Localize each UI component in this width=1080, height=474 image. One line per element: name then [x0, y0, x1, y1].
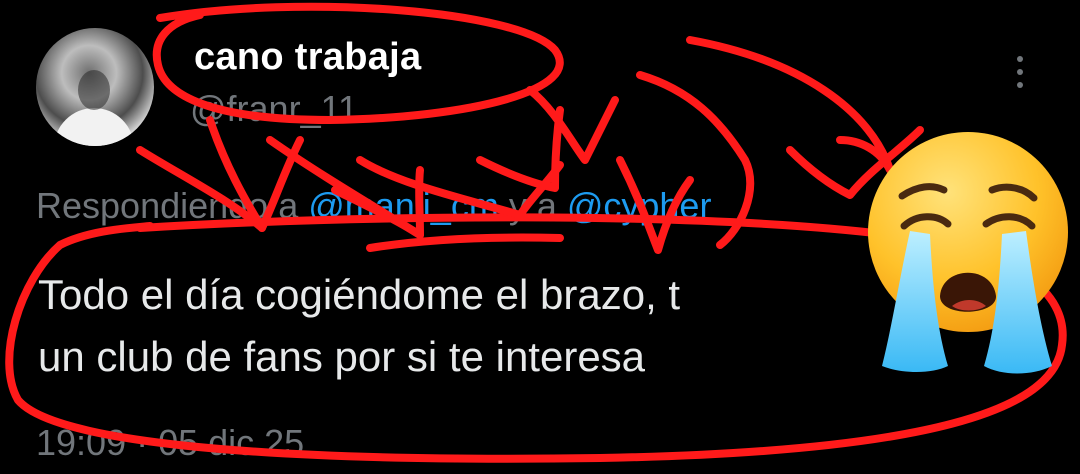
arrow-10	[366, 233, 564, 252]
tweet-text-line-2: un club de fans por si te interesa	[38, 333, 646, 380]
arrow-8	[686, 36, 894, 174]
tweet-screenshot: cano trabaja @franr_11 Respondiendo a @m…	[0, 0, 1080, 474]
avatar-shirt	[54, 108, 134, 146]
arrow-4	[476, 106, 564, 192]
more-vertical-icon[interactable]	[1010, 56, 1030, 100]
user-handle[interactable]: @franr_11	[190, 88, 358, 130]
arrow-5	[526, 86, 619, 164]
reply-mention-2[interactable]: @cypher	[567, 185, 712, 226]
reply-connector: y a	[498, 185, 567, 226]
crying-face-emoji	[868, 132, 1068, 374]
reply-prefix: Respondiendo a	[36, 185, 309, 226]
tweet-text-line-1: Todo el día cogiéndome el brazo, t	[38, 271, 681, 318]
reply-context: Respondiendo a @manii_cm y a @cypher	[36, 185, 711, 227]
tweet-body: Todo el día cogiéndome el brazo, t un cl…	[38, 264, 878, 388]
reply-mention-1[interactable]: @manii_cm	[308, 185, 499, 226]
display-name[interactable]: cano trabaja	[194, 36, 421, 79]
avatar-face	[78, 70, 110, 110]
tweet-timestamp[interactable]: 19:09 · 05 dic 25	[36, 422, 304, 464]
avatar[interactable]	[36, 28, 154, 146]
